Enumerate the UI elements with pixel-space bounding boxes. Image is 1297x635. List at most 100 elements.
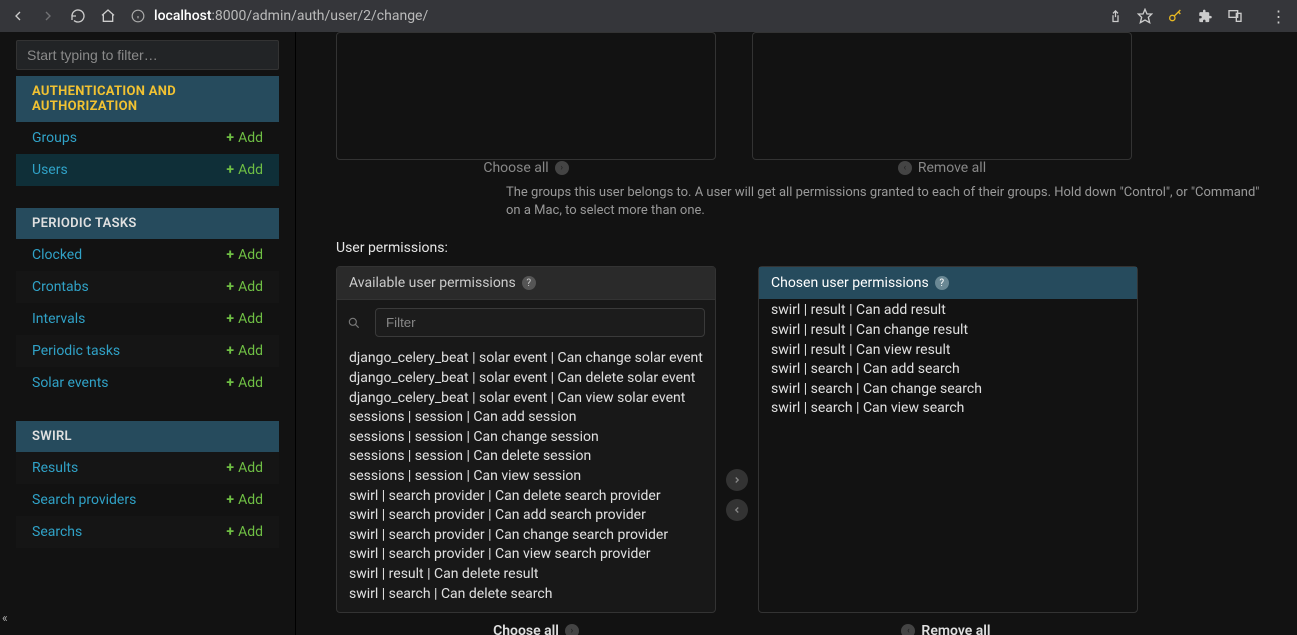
sidebar-item-label[interactable]: Intervals [32,311,85,327]
plus-icon: + [226,311,234,327]
sidebar-filter-input[interactable] [16,40,279,70]
sidebar-add-link[interactable]: +Add [226,162,263,178]
sidebar-item[interactable]: Periodic tasks +Add [16,335,279,367]
chevron-left-icon: ‹ [901,624,915,635]
permission-option[interactable]: swirl | result | Can view result [771,341,1133,361]
permission-option[interactable]: swirl | result | Can add result [771,301,1133,321]
sidebar-add-link[interactable]: +Add [226,460,263,476]
permission-option[interactable]: django_celery_beat | solar event | Can c… [349,349,711,369]
permission-option[interactable]: swirl | search provider | Can delete sea… [349,487,711,507]
sidebar-item-label[interactable]: Searchs [32,524,82,540]
help-icon[interactable]: ? [935,276,949,290]
permission-option[interactable]: swirl | search | Can change search [771,380,1133,400]
permission-option[interactable]: swirl | search provider | Can add search… [349,506,711,526]
sidebar-add-link[interactable]: +Add [226,130,263,146]
sidebar-add-link[interactable]: +Add [226,247,263,263]
menu-icon[interactable]: ⋮ [1271,8,1287,24]
sidebar-collapse-icon[interactable]: « [2,611,8,625]
sidebar-item[interactable]: Intervals +Add [16,303,279,335]
permission-option[interactable]: sessions | session | Can add session [349,408,711,428]
sidebar-section-header: SWIRL [16,421,279,452]
home-icon[interactable] [100,8,116,24]
admin-sidebar: AUTHENTICATION AND AUTHORIZATION Groups +A… [0,32,296,635]
sidebar-item[interactable]: Search providers +Add [16,484,279,516]
star-icon[interactable] [1137,8,1153,24]
available-permissions-title: Available user permissions [349,275,516,291]
sidebar-item-label[interactable]: Crontabs [32,279,89,295]
groups-remove-all[interactable]: ‹ Remove all [898,160,986,176]
permission-option[interactable]: sessions | session | Can view session [349,467,711,487]
sidebar-item-label[interactable]: Periodic tasks [32,343,120,359]
reload-icon[interactable] [70,8,86,24]
sidebar-add-link[interactable]: +Add [226,343,263,359]
search-icon [347,316,367,330]
chosen-permissions-title: Chosen user permissions [771,275,929,291]
sidebar-item-label[interactable]: Results [32,460,78,476]
share-icon[interactable] [1107,8,1123,24]
sidebar-item[interactable]: Clocked +Add [16,239,279,271]
permission-option[interactable]: swirl | search provider | Can change sea… [349,526,711,546]
plus-icon: + [226,460,234,476]
sidebar-add-link[interactable]: +Add [226,524,263,540]
permissions-filter-input[interactable] [375,308,705,337]
plus-icon: + [226,492,234,508]
url-host: localhost [154,8,212,24]
groups-choose-all[interactable]: Choose all › [483,160,568,176]
sidebar-item[interactable]: Crontabs +Add [16,271,279,303]
sidebar-item[interactable]: Results +Add [16,452,279,484]
sidebar-item[interactable]: Users +Add [16,154,279,186]
site-info-icon[interactable] [130,8,146,24]
sidebar-item-label[interactable]: Clocked [32,247,82,263]
permission-option[interactable]: django_celery_beat | solar event | Can d… [349,369,711,389]
permission-option[interactable]: swirl | search provider | Can view searc… [349,545,711,565]
sidebar-item-label[interactable]: Search providers [32,492,136,508]
plus-icon: + [226,279,234,295]
permissions-choose-all[interactable]: Choose all › [493,623,579,635]
sidebar-item[interactable]: Groups +Add [16,122,279,154]
groups-selector [336,32,1287,160]
chevron-right-icon: › [565,624,579,635]
available-permissions-list[interactable]: django_celery_beat | solar event | Can c… [337,345,715,612]
sidebar-item-label[interactable]: Groups [32,130,77,146]
sidebar-add-link[interactable]: +Add [226,279,263,295]
sidebar-item[interactable]: Solar events +Add [16,367,279,399]
sidebar-add-link[interactable]: +Add [226,492,263,508]
devices-icon[interactable] [1227,8,1243,24]
sidebar-item-label[interactable]: Users [32,162,68,178]
chosen-groups-box[interactable] [752,32,1132,160]
sidebar-item[interactable]: Searchs +Add [16,516,279,548]
user-permissions-label: User permissions: [336,240,1287,256]
available-groups-box[interactable] [336,32,716,160]
choose-all-label: Choose all [493,623,559,635]
chevron-left-icon: ‹ [898,161,912,175]
remove-permission-button[interactable] [726,499,748,521]
remove-all-label: Remove all [918,160,986,176]
sidebar-add-link[interactable]: +Add [226,311,263,327]
sidebar-add-link[interactable]: +Add [226,375,263,391]
url-path: :8000/admin/auth/user/2/change/ [212,8,429,24]
back-icon[interactable] [10,8,26,24]
sidebar-item-label[interactable]: Solar events [32,375,109,391]
url-bar[interactable]: localhost:8000/admin/auth/user/2/change/ [130,8,1093,24]
permission-option[interactable]: swirl | search | Can add search [771,360,1133,380]
permission-option[interactable]: swirl | search | Can delete search [349,585,711,605]
choose-all-label: Choose all [483,160,548,176]
permission-option[interactable]: swirl | search | Can view search [771,399,1133,419]
plus-icon: + [226,247,234,263]
sidebar-section-header: PERIODIC TASKS [16,208,279,239]
permission-option[interactable]: django_celery_beat | solar event | Can v… [349,389,711,409]
plus-icon: + [226,343,234,359]
extensions-icon[interactable] [1197,8,1213,24]
add-permission-button[interactable] [726,469,748,491]
chosen-permissions-list[interactable]: swirl | result | Can add resultswirl | r… [759,299,1137,612]
key-icon[interactable] [1167,8,1183,24]
sidebar-section-header: AUTHENTICATION AND AUTHORIZATION [16,76,279,122]
permission-option[interactable]: sessions | session | Can delete session [349,447,711,467]
permission-option[interactable]: swirl | result | Can change result [771,321,1133,341]
forward-icon[interactable] [40,8,56,24]
permission-option[interactable]: swirl | result | Can delete result [349,565,711,585]
permission-option[interactable]: sessions | session | Can change session [349,428,711,448]
help-icon[interactable]: ? [522,276,536,290]
permissions-remove-all[interactable]: ‹ Remove all [901,623,990,635]
plus-icon: + [226,375,234,391]
